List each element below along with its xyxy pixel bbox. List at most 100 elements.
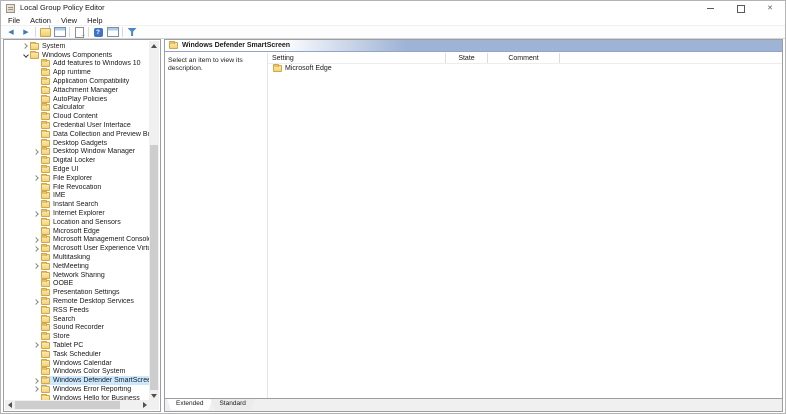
tree-item-body[interactable]: IME [41, 191, 149, 201]
chevron-right-icon[interactable] [32, 247, 41, 251]
tree-item-body[interactable]: Windows Error Reporting [41, 384, 149, 394]
tree-item-body[interactable]: Desktop Window Manager [41, 147, 149, 157]
tree-item-body[interactable]: System [30, 42, 149, 51]
chevron-right-icon[interactable] [32, 379, 41, 383]
tree-item-body[interactable]: Network Sharing [41, 270, 149, 280]
tree-item-body[interactable]: Attachment Manager [41, 85, 149, 95]
tree-item-body[interactable]: Task Scheduler [41, 349, 149, 359]
tree-item-data-collection-and-preview-builds[interactable]: Data Collection and Preview Builds [5, 129, 149, 139]
tree-item-microsoft-user-experience-virtualizatio[interactable]: Microsoft User Experience Virtualizatio [5, 244, 149, 253]
chevron-right-icon[interactable] [32, 300, 41, 304]
tree-item-multitasking[interactable]: Multitasking [5, 253, 149, 262]
tree-item-windows-defender-smartscreen[interactable]: Windows Defender SmartScreen [5, 376, 149, 386]
tree-item-body[interactable]: OOBE [41, 279, 149, 289]
list-item-microsoft-edge[interactable]: Microsoft Edge [268, 64, 782, 74]
tree-item-body[interactable]: Digital Locker [41, 156, 149, 165]
tree-item-body[interactable]: Windows Color System [41, 367, 149, 376]
chevron-right-icon[interactable] [32, 150, 41, 154]
tree-item-body[interactable]: Cloud Content [41, 112, 149, 121]
tree-item-body[interactable]: Desktop Gadgets [41, 138, 149, 148]
tree-item-rss-feeds[interactable]: RSS Feeds [5, 305, 149, 315]
tree-item-body[interactable]: Application Compatibility [41, 77, 149, 86]
chevron-right-icon[interactable] [32, 212, 41, 216]
vertical-scroll-thumb[interactable] [150, 145, 158, 390]
tree-item-body[interactable]: Windows Calendar [41, 358, 149, 368]
tree-item-body[interactable]: AutoPlay Policies [41, 94, 149, 104]
tree-item-cloud-content[interactable]: Cloud Content [5, 112, 149, 121]
menu-file[interactable]: File [3, 15, 25, 26]
tree-item-body[interactable]: Microsoft User Experience Virtualizatio [41, 244, 149, 253]
column-header-setting[interactable]: Setting [268, 53, 446, 63]
tree-item-application-compatibility[interactable]: Application Compatibility [5, 77, 149, 86]
tab-standard[interactable]: Standard [210, 399, 254, 410]
tree-item-body[interactable]: Windows Components [30, 50, 149, 60]
tree-item-body[interactable]: Credential User Interface [41, 121, 149, 130]
tree-item-task-scheduler[interactable]: Task Scheduler [5, 349, 149, 359]
tree-item-body[interactable]: File Explorer [41, 173, 149, 183]
tree-item-store[interactable]: Store [5, 332, 149, 341]
minimize-icon[interactable] [695, 1, 725, 15]
tree-item-body[interactable]: Data Collection and Preview Builds [41, 129, 149, 139]
tree-item-windows-components[interactable]: Windows Components [5, 50, 149, 60]
tree-item-body[interactable]: Calculator [41, 103, 149, 113]
chevron-right-icon[interactable] [32, 264, 41, 268]
scroll-right-icon[interactable] [140, 400, 149, 410]
tree-item-file-revocation[interactable]: File Revocation [5, 182, 149, 192]
tree-item-body[interactable]: Presentation Settings [41, 288, 149, 297]
tree-item-app-runtime[interactable]: App runtime [5, 68, 149, 77]
tree-item-body[interactable]: Location and Sensors [41, 217, 149, 227]
tree-item-body[interactable]: File Revocation [41, 182, 149, 192]
tree-item-credential-user-interface[interactable]: Credential User Interface [5, 121, 149, 130]
tree-item-digital-locker[interactable]: Digital Locker [5, 156, 149, 165]
tree-item-edge-ui[interactable]: Edge UI [5, 165, 149, 174]
tree-item-microsoft-management-console[interactable]: Microsoft Management Console [5, 235, 149, 245]
chevron-right-icon[interactable] [32, 176, 41, 180]
export-list-icon[interactable] [73, 26, 86, 38]
forward-icon[interactable] [20, 26, 32, 38]
up-one-level-icon[interactable] [39, 25, 51, 38]
menu-help[interactable]: Help [82, 15, 107, 26]
tree-item-microsoft-edge[interactable]: Microsoft Edge [5, 226, 149, 236]
tab-extended[interactable]: Extended [167, 399, 212, 410]
tree-item-sound-recorder[interactable]: Sound Recorder [5, 323, 149, 333]
chevron-down-icon[interactable] [21, 53, 30, 58]
tree-item-windows-error-reporting[interactable]: Windows Error Reporting [5, 384, 149, 394]
chevron-right-icon[interactable] [21, 44, 30, 48]
tree-item-ime[interactable]: IME [5, 191, 149, 201]
tree-vertical-scrollbar[interactable] [149, 41, 159, 400]
filter-icon[interactable] [126, 26, 138, 38]
restore-icon[interactable] [725, 1, 755, 15]
tree-item-netmeeting[interactable]: NetMeeting [5, 261, 149, 271]
tree-item-search[interactable]: Search [5, 314, 149, 324]
tree-item-body[interactable]: Search [41, 314, 149, 324]
column-header-comment[interactable]: Comment [488, 53, 560, 63]
tree-item-desktop-gadgets[interactable]: Desktop Gadgets [5, 138, 149, 148]
tree-item-body[interactable]: Add features to Windows 10 [41, 59, 149, 69]
scroll-up-icon[interactable] [149, 41, 159, 50]
tree-item-body[interactable]: RSS Feeds [41, 305, 149, 315]
tree-item-body[interactable]: Internet Explorer [41, 209, 149, 218]
chevron-right-icon[interactable] [32, 343, 41, 347]
tree-item-body[interactable]: Windows Defender SmartScreen [41, 376, 149, 386]
tree-item-location-and-sensors[interactable]: Location and Sensors [5, 217, 149, 227]
help-icon[interactable] [92, 26, 104, 38]
tree-item-body[interactable]: Instant Search [41, 200, 149, 209]
tree-item-body[interactable]: Multitasking [41, 253, 149, 262]
horizontal-scroll-thumb[interactable] [15, 401, 120, 409]
tree-item-file-explorer[interactable]: File Explorer [5, 173, 149, 183]
tree-item-attachment-manager[interactable]: Attachment Manager [5, 85, 149, 95]
menu-view[interactable]: View [56, 15, 82, 26]
tree-item-system[interactable]: System [5, 42, 149, 51]
tree-item-body[interactable]: App runtime [41, 68, 149, 77]
scroll-down-icon[interactable] [149, 391, 159, 400]
tree-item-windows-calendar[interactable]: Windows Calendar [5, 358, 149, 368]
menu-action[interactable]: Action [25, 15, 56, 26]
back-icon[interactable] [5, 26, 17, 38]
tree-item-body[interactable]: Microsoft Management Console [41, 235, 149, 245]
tree-item-body[interactable]: Remote Desktop Services [41, 297, 149, 306]
column-header-state[interactable]: State [446, 53, 488, 63]
tree-item-body[interactable]: Sound Recorder [41, 323, 149, 333]
tree-item-internet-explorer[interactable]: Internet Explorer [5, 209, 149, 218]
tree-item-network-sharing[interactable]: Network Sharing [5, 270, 149, 280]
tree-item-windows-color-system[interactable]: Windows Color System [5, 367, 149, 376]
